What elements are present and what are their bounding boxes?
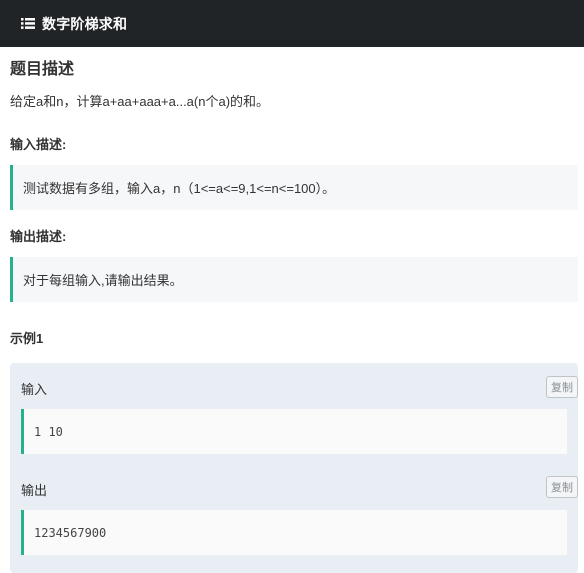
- problem-description: 给定a和n，计算a+aa+aaa+a...a(n个a)的和。: [10, 94, 270, 109]
- example-output-label: 输出: [21, 483, 48, 498]
- example-output-value: 1234567900: [34, 525, 107, 540]
- example-output-code[interactable]: 1234567900: [21, 510, 567, 555]
- list-icon: [21, 18, 35, 29]
- example-heading: 示例1: [10, 331, 44, 346]
- example-input-value: 1 10: [34, 424, 63, 439]
- output-heading: 输出描述:: [10, 229, 67, 244]
- top-bar: 数字阶梯求和: [0, 0, 584, 47]
- copy-input-button[interactable]: 复制: [546, 376, 578, 398]
- copy-output-button[interactable]: 复制: [546, 476, 578, 498]
- input-description-box: 测试数据有多组，输入a，n（1<=a<=9,1<=n<=100）。: [10, 165, 578, 210]
- example-input-label: 输入: [21, 382, 48, 397]
- example-input-code[interactable]: 1 10: [21, 409, 567, 454]
- output-description-box: 对于每组输入,请输出结果。: [10, 257, 578, 302]
- page-title: 数字阶梯求和: [42, 15, 128, 32]
- output-description: 对于每组输入,请输出结果。: [23, 273, 183, 288]
- example-panel: 输入 复制 1 10 输出 复制 1234567900: [10, 363, 578, 573]
- problem-heading: 题目描述: [10, 61, 75, 78]
- input-description: 测试数据有多组，输入a，n（1<=a<=9,1<=n<=100）。: [23, 181, 336, 196]
- input-heading: 输入描述:: [10, 137, 67, 152]
